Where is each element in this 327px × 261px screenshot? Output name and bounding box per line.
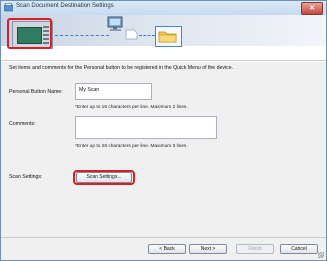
folder-icon — [158, 31, 177, 43]
finish-button[interactable]: Finish — [236, 244, 274, 254]
computer-icon — [107, 16, 123, 31]
document-icon — [125, 29, 138, 40]
back-button[interactable]: < Back — [148, 244, 186, 254]
scan-settings-label: Scan Settings: — [9, 174, 43, 180]
dialog-window: Scan Document Destination Settings ✕ Set… — [0, 0, 327, 261]
comments-hint: *Enter up to 28 characters per line. Max… — [75, 144, 188, 149]
comments-label: Comments: — [9, 121, 36, 127]
header-separator — [1, 60, 326, 61]
scan-settings-highlight-frame — [73, 170, 135, 185]
resize-grip[interactable] — [318, 252, 324, 258]
title-bar: Scan Document Destination Settings ✕ — [1, 1, 326, 15]
footer-separator — [1, 237, 326, 238]
instruction-text: Set items and comments for the Personal … — [9, 65, 234, 71]
connector-line-2 — [139, 35, 155, 36]
personal-button-name-hint: *Enter up to 16 characters per line. Max… — [75, 105, 188, 110]
connector-line — [55, 35, 109, 36]
window-title: Scan Document Destination Settings — [16, 3, 114, 9]
close-button[interactable]: ✕ — [301, 2, 323, 15]
comments-input[interactable] — [75, 116, 217, 139]
close-icon: ✕ — [309, 5, 315, 12]
device-highlight-frame — [7, 18, 52, 49]
scanner-app-icon — [4, 3, 13, 12]
personal-button-name-label: Personal Button Name: — [9, 89, 63, 95]
cancel-button[interactable]: Cancel — [280, 244, 318, 254]
next-button[interactable]: Next > — [189, 244, 227, 254]
personal-button-name-input[interactable]: My Scan — [75, 83, 152, 100]
